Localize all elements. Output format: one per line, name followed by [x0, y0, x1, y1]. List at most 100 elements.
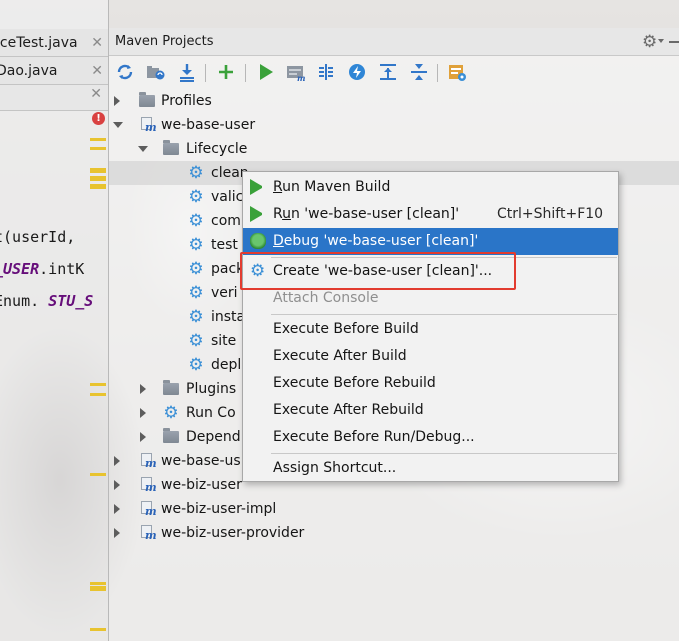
reimport-icon[interactable]	[114, 62, 136, 82]
tree-item-label: test	[211, 237, 238, 253]
chevron-right-icon[interactable]	[140, 432, 148, 442]
menu-item-run-maven-build[interactable]: Run Maven Build	[243, 174, 618, 201]
editor-tab-dao[interactable]: Dao.java ✕	[0, 57, 108, 85]
gutter-marker[interactable]	[90, 168, 106, 173]
run-icon	[250, 179, 266, 195]
editor-tab-service-test[interactable]: iceTest.java ✕	[0, 29, 108, 57]
menu-item-label: Execute After Rebuild	[273, 402, 424, 418]
menu-item-shortcut: Ctrl+Shift+F10	[497, 206, 604, 222]
close-icon[interactable]: ✕	[91, 29, 103, 56]
tree-item-we-base-user[interactable]: m we-base-user	[109, 113, 679, 137]
tree-item-label: com	[211, 213, 241, 229]
chevron-right-icon[interactable]	[114, 504, 122, 514]
chevron-down-icon[interactable]	[138, 146, 148, 156]
editor-tab-label: iceTest.java	[0, 35, 78, 51]
tree-item-label: Lifecycle	[186, 141, 248, 157]
menu-item-run-configuration[interactable]: Run 'we-base-user [clean]' Ctrl+Shift+F1…	[243, 201, 618, 228]
menu-item-assign-shortcut[interactable]: Assign Shortcut...	[243, 455, 618, 482]
gutter-marker[interactable]	[90, 176, 106, 181]
maven-module-icon: m	[139, 477, 157, 493]
menu-separator	[271, 314, 617, 315]
tree-item-label: veri	[211, 285, 238, 301]
code-line[interactable]: _USER.intK	[0, 260, 84, 278]
gear-icon: ⚙	[188, 259, 204, 279]
gutter-marker[interactable]	[90, 147, 106, 150]
skip-tests-icon[interactable]	[346, 62, 368, 82]
menu-item-execute-after-build[interactable]: Execute After Build	[243, 343, 618, 370]
editor-panel: iceTest.java ✕ Dao.java ✕ ✕ ! t(userId, …	[0, 0, 109, 641]
menu-item-execute-before-rebuild[interactable]: Execute Before Rebuild	[243, 370, 618, 397]
tree-item-profiles[interactable]: Profiles	[109, 89, 679, 113]
chevron-right-icon[interactable]	[114, 456, 122, 466]
code-line[interactable]: t(userId,	[0, 228, 75, 246]
tree-item-we-biz-user-provider[interactable]: m we-biz-user-provider	[109, 521, 679, 545]
menu-item-debug-configuration[interactable]: Debug 'we-base-user [clean]'	[243, 228, 618, 255]
code-text: Enum.	[0, 292, 40, 310]
menu-item-label: Run 'we-base-user [clean]'	[273, 206, 460, 222]
chevron-right-icon[interactable]	[140, 408, 148, 418]
tree-item-label: Depend	[186, 429, 241, 445]
gear-icon: ⚙	[188, 187, 204, 207]
menu-item-execute-before-build[interactable]: Execute Before Build	[243, 316, 618, 343]
generate-sources-icon[interactable]	[145, 62, 167, 82]
menu-item-label: Run Maven Build	[273, 179, 391, 195]
folder-icon	[139, 92, 155, 107]
gutter-marker[interactable]	[90, 628, 106, 631]
chevron-right-icon[interactable]	[114, 96, 122, 106]
error-indicator-icon[interactable]: !	[92, 112, 105, 125]
gutter-marker[interactable]	[90, 138, 106, 141]
chevron-down-icon[interactable]	[113, 122, 123, 132]
tree-item-label: depl	[211, 357, 242, 373]
run-icon	[250, 206, 266, 222]
collapse-all-icon[interactable]	[408, 62, 430, 82]
tree-item-label: Profiles	[161, 93, 212, 109]
gear-icon: ⚙	[163, 403, 179, 423]
menu-item-execute-before-run-debug[interactable]: Execute Before Run/Debug...	[243, 424, 618, 451]
gear-icon: ⚙	[188, 211, 204, 231]
menu-item-execute-after-rebuild[interactable]: Execute After Rebuild	[243, 397, 618, 424]
chevron-down-icon[interactable]	[658, 39, 664, 43]
tree-item-lifecycle[interactable]: Lifecycle	[109, 137, 679, 161]
gutter-marker[interactable]	[90, 393, 106, 396]
menu-separator	[271, 453, 617, 454]
tree-item-we-biz-user-impl[interactable]: m we-biz-user-impl	[109, 497, 679, 521]
menu-item-label: Assign Shortcut...	[273, 460, 397, 476]
annotation-highlight-box	[240, 252, 516, 290]
gutter-marker[interactable]	[90, 184, 106, 189]
gutter-marker[interactable]	[90, 383, 106, 386]
show-dependencies-icon[interactable]	[377, 62, 399, 82]
chevron-right-icon[interactable]	[114, 528, 122, 538]
maven-settings-icon[interactable]	[446, 62, 468, 82]
gear-icon: ⚙	[188, 307, 204, 327]
code-text: .intK	[39, 260, 85, 278]
chevron-right-icon[interactable]	[140, 384, 148, 394]
code-text: t(userId,	[0, 228, 76, 246]
hide-panel-icon[interactable]	[669, 41, 679, 43]
download-sources-icon[interactable]	[176, 62, 198, 82]
tree-item-label: Plugins	[186, 381, 237, 397]
gear-icon: ⚙	[188, 355, 204, 375]
plugins-folder-icon	[163, 380, 179, 395]
debug-bug-icon	[250, 233, 266, 249]
tree-item-label: we-base-user	[161, 117, 256, 133]
menu-item-label: Execute Before Rebuild	[273, 375, 436, 391]
add-maven-project-icon[interactable]	[215, 62, 237, 82]
svg-text:m: m	[297, 73, 305, 82]
close-icon[interactable]: ✕	[91, 57, 103, 84]
menu-item-label: Execute Before Run/Debug...	[273, 429, 475, 445]
toggle-offline-icon[interactable]	[315, 62, 337, 82]
gear-icon: ⚙	[188, 163, 204, 183]
editor-tab-label: Dao.java	[0, 63, 58, 79]
chevron-right-icon[interactable]	[114, 480, 122, 490]
run-icon[interactable]	[255, 62, 277, 82]
gutter-marker[interactable]	[90, 473, 106, 476]
close-icon[interactable]: ✕	[90, 86, 102, 102]
execute-goal-icon[interactable]: m	[285, 62, 307, 82]
maven-toolbar: m	[109, 57, 679, 87]
code-constant: _USER	[0, 260, 40, 278]
dependencies-folder-icon	[163, 428, 179, 443]
gutter-marker[interactable]	[90, 586, 106, 591]
gutter-marker[interactable]	[90, 582, 106, 585]
tree-item-label: we-base-us	[161, 453, 241, 469]
code-line[interactable]: Enum. STU_S	[0, 292, 93, 310]
